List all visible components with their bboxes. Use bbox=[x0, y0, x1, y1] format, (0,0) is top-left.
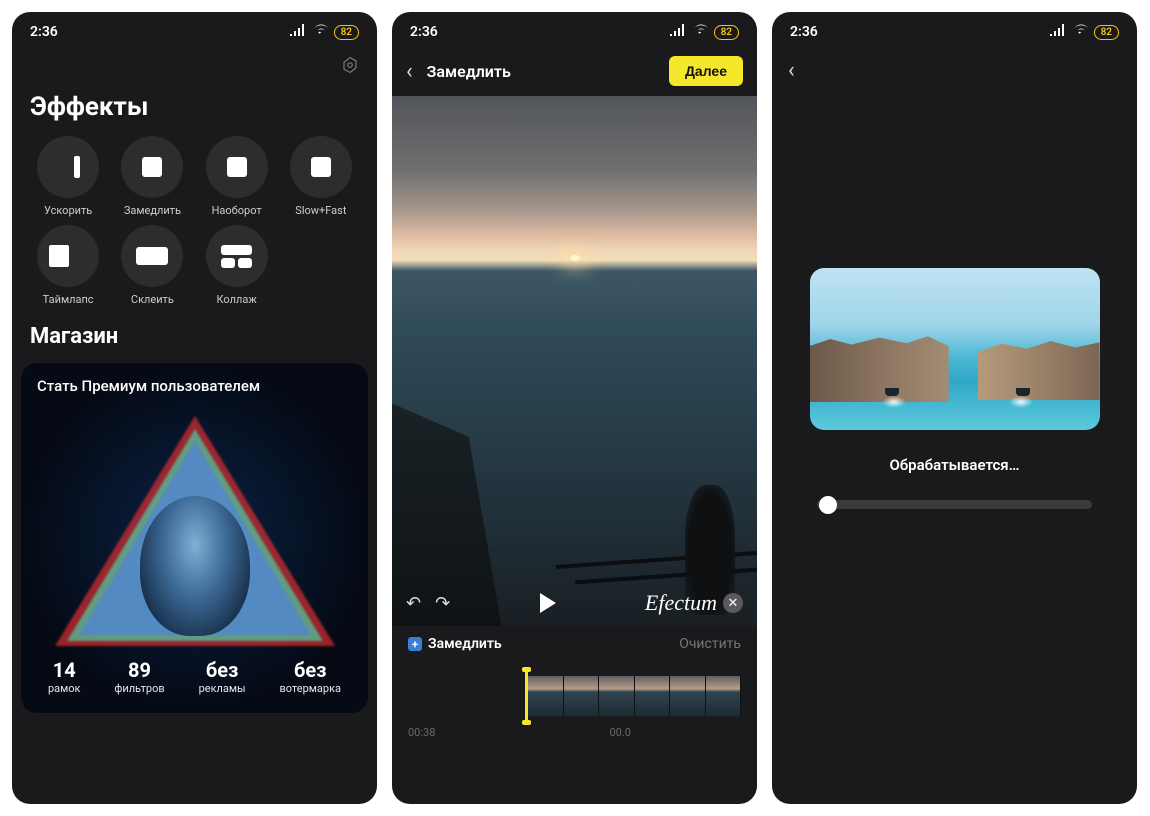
effect-collage[interactable]: Коллаж bbox=[199, 225, 275, 306]
action-label: Замедлить bbox=[428, 636, 502, 652]
wifi-icon bbox=[1072, 24, 1088, 40]
status-time: 2:36 bbox=[410, 24, 438, 40]
processing-label: Обрабатывается… bbox=[889, 456, 1019, 474]
processing-body: Обрабатывается… bbox=[772, 93, 1137, 804]
thumb-buildings-left bbox=[810, 332, 949, 402]
status-icons: 82 bbox=[670, 24, 739, 40]
time-mid: 00.0 bbox=[609, 726, 630, 739]
status-time: 2:36 bbox=[790, 24, 818, 40]
effect-label: Склеить bbox=[131, 293, 174, 306]
undo-redo: ↶ ↷ bbox=[406, 593, 450, 614]
effect-speed-up[interactable]: Ускорить bbox=[30, 136, 106, 217]
progress-thumb[interactable] bbox=[819, 496, 837, 514]
status-bar: 2:36 82 bbox=[392, 12, 757, 48]
stat-watermark: без вотермарка bbox=[279, 658, 341, 695]
thumb-wake bbox=[1009, 396, 1033, 408]
effect-slow-fast[interactable]: Slow+Fast bbox=[283, 136, 359, 217]
timeline-frame[interactable] bbox=[635, 676, 671, 716]
preview-sun bbox=[570, 255, 580, 261]
action-slow-label[interactable]: + Замедлить bbox=[408, 636, 502, 652]
timeline-frame[interactable] bbox=[599, 676, 635, 716]
signal-icon bbox=[1050, 24, 1066, 40]
timeline[interactable] bbox=[528, 676, 741, 716]
settings-icon[interactable] bbox=[341, 56, 359, 78]
effect-label: Замедлить bbox=[124, 204, 181, 217]
battery-icon: 82 bbox=[714, 25, 739, 40]
signal-icon bbox=[670, 24, 686, 40]
back-icon[interactable]: ‹ bbox=[406, 59, 419, 84]
editor-title: Замедлить bbox=[419, 62, 669, 81]
effect-reverse[interactable]: Наоборот bbox=[199, 136, 275, 217]
status-icons: 82 bbox=[290, 24, 359, 40]
effect-slow-down[interactable]: Замедлить bbox=[114, 136, 190, 217]
timeline-frame[interactable] bbox=[706, 676, 742, 716]
redo-icon[interactable]: ↷ bbox=[435, 593, 450, 614]
battery-icon: 82 bbox=[1094, 25, 1119, 40]
status-icons: 82 bbox=[1050, 24, 1119, 40]
plus-icon: + bbox=[408, 637, 422, 651]
clear-button[interactable]: Очистить bbox=[679, 636, 741, 652]
undo-icon[interactable]: ↶ bbox=[406, 593, 421, 614]
screen-processing: 2:36 82 ‹ Обрабатывается… bbox=[772, 12, 1137, 804]
watermark: Efectum ✕ bbox=[645, 590, 743, 616]
processing-thumbnail bbox=[810, 268, 1100, 430]
effect-timelapse[interactable]: Таймлапс bbox=[30, 225, 106, 306]
thumb-buildings-right bbox=[978, 336, 1100, 400]
progress-bar[interactable] bbox=[817, 500, 1092, 509]
stat-ads: без рекламы bbox=[199, 658, 246, 695]
timeline-frame[interactable] bbox=[670, 676, 706, 716]
thumb-boat bbox=[1016, 388, 1030, 396]
next-button[interactable]: Далее bbox=[669, 56, 743, 86]
effect-label: Коллаж bbox=[217, 293, 257, 306]
timeline-wrap bbox=[392, 658, 757, 720]
thumb-boat bbox=[885, 388, 899, 396]
status-bar: 2:36 82 bbox=[12, 12, 377, 48]
status-time: 2:36 bbox=[30, 24, 58, 40]
shop-title: Магазин bbox=[12, 306, 377, 363]
premium-stats: 14 рамок 89 фильтров без рекламы без вот… bbox=[21, 658, 368, 695]
preview-controls: ↶ ↷ Efectum ✕ bbox=[392, 590, 757, 616]
effect-label: Таймлапс bbox=[43, 293, 94, 306]
screen-effects: 2:36 82 Эффекты Ускорить Замедлить Наобо bbox=[12, 12, 377, 804]
effect-label: Наоборот bbox=[212, 204, 262, 217]
time-left: 00:38 bbox=[408, 726, 435, 739]
close-icon[interactable]: ✕ bbox=[723, 593, 743, 613]
premium-title: Стать Премиум пользователем bbox=[37, 377, 260, 395]
editor-header: ‹ Замедлить Далее bbox=[392, 48, 757, 96]
signal-icon bbox=[290, 24, 306, 40]
effect-label: Slow+Fast bbox=[295, 204, 346, 217]
playhead[interactable] bbox=[525, 671, 528, 721]
screen-editor: 2:36 82 ‹ Замедлить Далее ↶ ↷ bbox=[392, 12, 757, 804]
watermark-text: Efectum bbox=[645, 590, 717, 616]
timeline-frame[interactable] bbox=[528, 676, 564, 716]
status-bar: 2:36 82 bbox=[772, 12, 1137, 48]
time-row: 00:38 00.0 bbox=[392, 720, 757, 739]
premium-art-face bbox=[140, 496, 250, 636]
video-preview[interactable]: ↶ ↷ Efectum ✕ bbox=[392, 96, 757, 626]
effect-label: Ускорить bbox=[44, 204, 92, 217]
thumb-wake bbox=[882, 396, 906, 408]
action-row: + Замедлить Очистить bbox=[392, 626, 757, 658]
effect-merge[interactable]: Склеить bbox=[114, 225, 190, 306]
settings-row bbox=[12, 48, 377, 82]
stat-filters: 89 фильтров bbox=[114, 658, 164, 695]
wifi-icon bbox=[692, 24, 708, 40]
wifi-icon bbox=[312, 24, 328, 40]
battery-icon: 82 bbox=[334, 25, 359, 40]
play-icon[interactable] bbox=[540, 593, 556, 613]
effects-title: Эффекты bbox=[12, 82, 377, 136]
timeline-frame[interactable] bbox=[564, 676, 600, 716]
effects-grid: Ускорить Замедлить Наоборот Slow+Fast Та… bbox=[12, 136, 377, 306]
back-icon[interactable]: ‹ bbox=[788, 58, 801, 83]
stat-frames: 14 рамок bbox=[48, 658, 81, 695]
processing-header: ‹ bbox=[772, 48, 1137, 93]
premium-card[interactable]: Стать Премиум пользователем 14 рамок 89 … bbox=[21, 363, 368, 713]
